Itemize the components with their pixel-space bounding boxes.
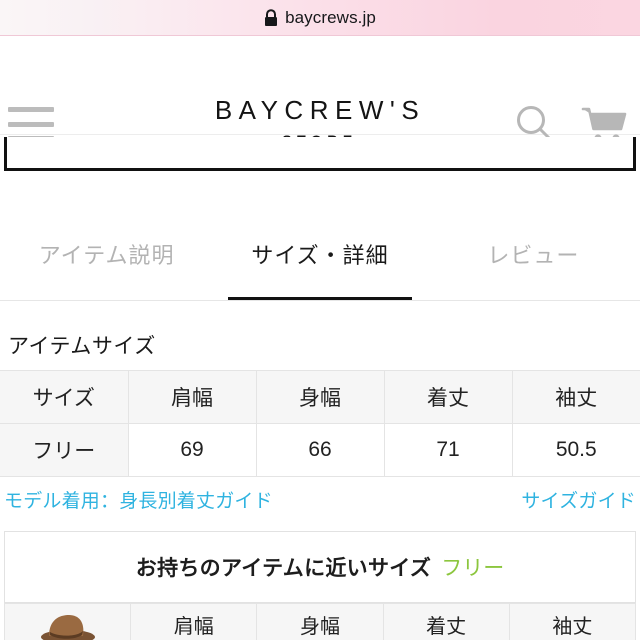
site-header: BAYCREW'S STORE — [0, 36, 640, 148]
hat-illustration — [41, 615, 95, 640]
tab-reviews[interactable]: レビュー — [427, 216, 640, 300]
table-row: フリー 69 66 71 50.5 — [0, 423, 640, 477]
column-header-shoulder-width: 肩幅 — [130, 603, 258, 640]
column-header-size: サイズ — [0, 370, 129, 424]
tab-item-description[interactable]: アイテム説明 — [0, 216, 213, 300]
url-text: baycrews.jp — [285, 7, 376, 27]
column-header-shoulder-width: 肩幅 — [127, 370, 257, 424]
closest-size-value: フリー — [441, 557, 505, 580]
column-header-length: 着丈 — [383, 370, 513, 424]
cell-sleeve-length: 50.5 — [511, 423, 640, 477]
cell-length: 71 — [383, 423, 513, 477]
cell-size: フリー — [0, 423, 129, 477]
lock-icon — [265, 8, 278, 26]
partially-visible-button-box[interactable] — [4, 137, 636, 171]
browser-url-bar[interactable]: baycrews.jp — [0, 0, 640, 36]
tab-size-details[interactable]: サイズ・詳細 — [213, 216, 426, 300]
cell-body-width: 66 — [255, 423, 385, 477]
item-size-heading: アイテムサイズ — [8, 335, 156, 358]
closest-size-label: お持ちのアイテムに近いサイズ — [135, 557, 432, 580]
model-height-guide-link[interactable]: モデル着用：身長別着丈ガイド — [4, 486, 273, 513]
url-bar-content: baycrews.jp — [264, 8, 376, 28]
compare-size-table: 肩幅 身幅 着丈 袖丈 — [3, 603, 637, 640]
column-header-length: 着丈 — [382, 603, 510, 640]
guide-links: モデル着用：身長別着丈ガイド サイズガイド — [0, 477, 640, 513]
product-thumbnail-hat[interactable] — [3, 603, 132, 640]
table-header-row: 肩幅 身幅 着丈 袖丈 — [3, 603, 637, 640]
product-detail-tabs: アイテム説明 サイズ・詳細 レビュー — [0, 216, 640, 301]
column-header-sleeve-length: 袖丈 — [511, 370, 640, 424]
column-header-body-width: 身幅 — [256, 603, 384, 640]
closest-size-box: お持ちのアイテムに近いサイズ フリー — [4, 531, 636, 603]
cell-shoulder-width: 69 — [127, 423, 257, 477]
item-size-table: サイズ 肩幅 身幅 着丈 袖丈 フリー 69 66 71 50.5 — [0, 370, 640, 477]
column-header-sleeve-length: 袖丈 — [508, 603, 637, 640]
table-header-row: サイズ 肩幅 身幅 着丈 袖丈 — [0, 370, 640, 424]
column-header-body-width: 身幅 — [255, 370, 385, 424]
size-guide-link[interactable]: サイズガイド — [521, 486, 636, 513]
